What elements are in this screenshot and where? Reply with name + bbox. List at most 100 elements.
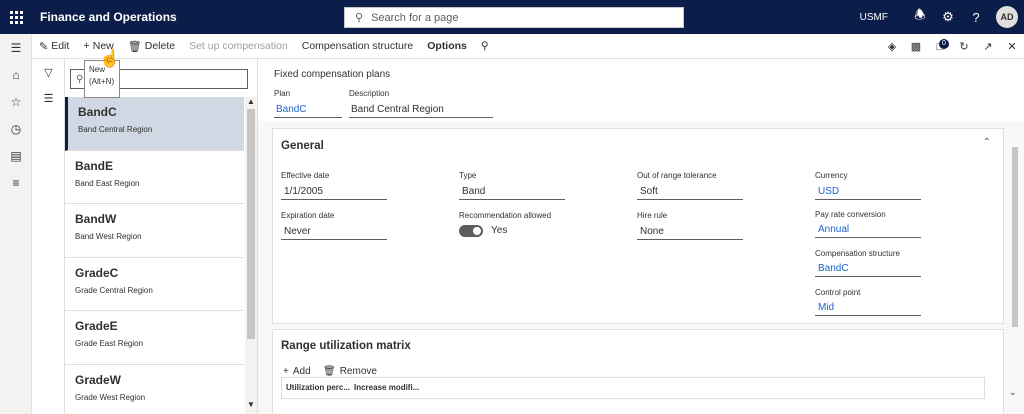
expiration-date-field[interactable]: Never bbox=[281, 224, 387, 240]
chevron-up-icon[interactable]: ⌃ bbox=[983, 137, 991, 148]
list-scrollbar[interactable]: ▲ ▼ bbox=[245, 97, 257, 414]
close-icon[interactable]: ✕ bbox=[1000, 40, 1024, 53]
list-item-subtitle: Grade West Region bbox=[75, 392, 146, 402]
effective-date-label: Effective date bbox=[281, 171, 330, 180]
general-section-title[interactable]: General bbox=[281, 140, 324, 152]
remove-row-button[interactable]: 🗑 Remove bbox=[323, 366, 377, 377]
edit-label: Edit bbox=[51, 40, 70, 52]
comp-structure-field[interactable]: BandC bbox=[815, 261, 921, 277]
office-icon[interactable]: ▩ bbox=[904, 40, 928, 53]
compensation-structure-button[interactable]: Compensation structure bbox=[295, 34, 420, 59]
list-scroll-thumb[interactable] bbox=[247, 109, 255, 339]
pay-rate-field[interactable]: Annual bbox=[815, 222, 921, 238]
navigation-rail: ☰ ⌂ ☆ ◷ ▤ ≡ bbox=[0, 34, 32, 414]
plus-icon: + bbox=[283, 366, 289, 377]
delete-label: Delete bbox=[144, 40, 176, 52]
plan-field[interactable]: BandC bbox=[274, 102, 342, 118]
list-item-title: BandE bbox=[75, 158, 114, 173]
hamburger-menu-icon[interactable]: ☰ bbox=[0, 34, 32, 61]
avatar[interactable]: AD bbox=[996, 6, 1018, 28]
list-view-icon[interactable]: ☰ bbox=[32, 85, 65, 111]
list-item-title: BandC bbox=[78, 105, 117, 119]
list-item[interactable]: GradeW Grade West Region bbox=[65, 365, 244, 414]
filter-strip: ▽ ☰ bbox=[32, 59, 65, 414]
search-icon: ⚲ bbox=[355, 12, 364, 24]
column-header-increase-modifier[interactable]: Increase modifi... bbox=[354, 383, 419, 392]
workspace-icon[interactable]: ▤ bbox=[0, 142, 32, 169]
tolerance-label: Out of range tolerance bbox=[637, 171, 717, 180]
list-item-title: GradeC bbox=[75, 265, 119, 280]
description-label: Description bbox=[349, 89, 390, 98]
list-item-subtitle: Grade East Region bbox=[75, 339, 144, 348]
add-row-button[interactable]: + Add bbox=[283, 366, 311, 377]
comp-structure-label: Compensation structure bbox=[815, 249, 900, 258]
hire-rule-label: Hire rule bbox=[637, 211, 668, 220]
effective-date-field[interactable]: 1/1/2005 bbox=[281, 184, 387, 200]
recommendation-value: Yes bbox=[491, 225, 508, 236]
type-field[interactable]: Band bbox=[459, 184, 565, 200]
setup-compensation-button[interactable]: Set up compensation bbox=[182, 34, 295, 59]
star-icon[interactable]: ☆ bbox=[0, 88, 32, 115]
search-input[interactable]: ⚲ Search for a page bbox=[344, 7, 684, 28]
form-caption: Fixed compensation plans bbox=[274, 69, 391, 80]
help-icon[interactable]: ? bbox=[962, 10, 990, 25]
diamond-icon[interactable]: ◈ bbox=[880, 40, 904, 53]
message-icon[interactable]: □0 bbox=[928, 38, 952, 53]
range-utilization-title[interactable]: Range utilization matrix bbox=[281, 340, 411, 352]
list-item[interactable]: BandE Band East Region bbox=[65, 151, 244, 204]
list-item-subtitle: Band Central Region bbox=[78, 125, 153, 134]
details-scroll-thumb[interactable] bbox=[1012, 147, 1018, 327]
trash-icon: 🗑 bbox=[127, 40, 142, 53]
list-item-title: BandW bbox=[75, 212, 117, 226]
record-list-pane: ⚲ BandC Band Central Region BandE Band E… bbox=[65, 59, 258, 414]
list-item-title: GradeE bbox=[75, 319, 118, 333]
app-title[interactable]: Finance and Operations bbox=[40, 10, 177, 24]
list-item-subtitle: Band East Region bbox=[75, 178, 140, 188]
options-tab[interactable]: Options bbox=[420, 34, 474, 59]
list-item[interactable]: BandW Band West Region bbox=[65, 204, 244, 258]
clock-icon[interactable]: ◷ bbox=[0, 115, 32, 142]
recommendation-toggle[interactable] bbox=[459, 225, 483, 237]
refresh-icon[interactable]: ↻ bbox=[952, 40, 976, 53]
hand-cursor-icon: ☝ bbox=[99, 49, 121, 68]
type-label: Type bbox=[459, 171, 477, 180]
notification-badge: 0 bbox=[939, 38, 949, 49]
details-pane: Fixed compensation plans Plan BandC Desc… bbox=[258, 59, 1024, 414]
scroll-down-icon[interactable]: ⌄ bbox=[1009, 387, 1017, 398]
list-item[interactable]: GradeC Grade Central Region bbox=[65, 258, 244, 311]
gear-icon[interactable]: ⚙ bbox=[934, 9, 962, 25]
currency-field[interactable]: USD bbox=[815, 184, 921, 200]
record-header: Fixed compensation plans Plan BandC Desc… bbox=[258, 59, 1024, 121]
range-utilization-section: Range utilization matrix + Add 🗑 Remove … bbox=[272, 329, 1004, 414]
open-new-window-icon[interactable]: ↗ bbox=[976, 40, 1000, 53]
scroll-down-icon[interactable]: ▼ bbox=[245, 400, 257, 409]
home-icon[interactable]: ⌂ bbox=[0, 61, 32, 88]
currency-label: Currency bbox=[815, 171, 848, 180]
company-picker[interactable]: USMF bbox=[860, 12, 888, 23]
record-list: BandC Band Central Region BandE Band Eas… bbox=[65, 97, 244, 414]
bell-icon[interactable]: 🕭 bbox=[906, 6, 934, 28]
details-scrollbar[interactable]: ⌄ bbox=[1009, 147, 1020, 402]
column-header-utilization[interactable]: Utilization perc... bbox=[286, 383, 350, 392]
delete-button[interactable]: 🗑 Delete bbox=[121, 34, 182, 59]
pay-rate-label: Pay rate conversion bbox=[815, 210, 886, 219]
list-item[interactable]: GradeE Grade East Region bbox=[65, 311, 244, 365]
add-label: Add bbox=[292, 366, 311, 377]
action-search-icon[interactable]: ⚲ bbox=[474, 34, 496, 59]
description-field[interactable]: Band Central Region bbox=[349, 102, 493, 118]
remove-label: Remove bbox=[339, 366, 377, 377]
edit-button[interactable]: ✎ Edit bbox=[32, 34, 76, 59]
pencil-icon: ✎ bbox=[39, 40, 49, 53]
plus-icon: + bbox=[83, 40, 90, 52]
funnel-icon[interactable]: ▽ bbox=[32, 59, 65, 85]
tooltip-shortcut: (Alt+N) bbox=[89, 77, 115, 86]
control-point-field[interactable]: Mid bbox=[815, 300, 921, 316]
scroll-up-icon[interactable]: ▲ bbox=[245, 97, 257, 106]
plan-label: Plan bbox=[274, 89, 291, 98]
app-launcher-icon[interactable] bbox=[0, 0, 32, 34]
list-item[interactable]: BandC Band Central Region bbox=[65, 97, 244, 151]
list-modules-icon[interactable]: ≡ bbox=[0, 169, 32, 196]
tolerance-field[interactable]: Soft bbox=[637, 184, 743, 200]
control-point-label: Control point bbox=[815, 288, 861, 297]
hire-rule-field[interactable]: None bbox=[637, 224, 743, 240]
